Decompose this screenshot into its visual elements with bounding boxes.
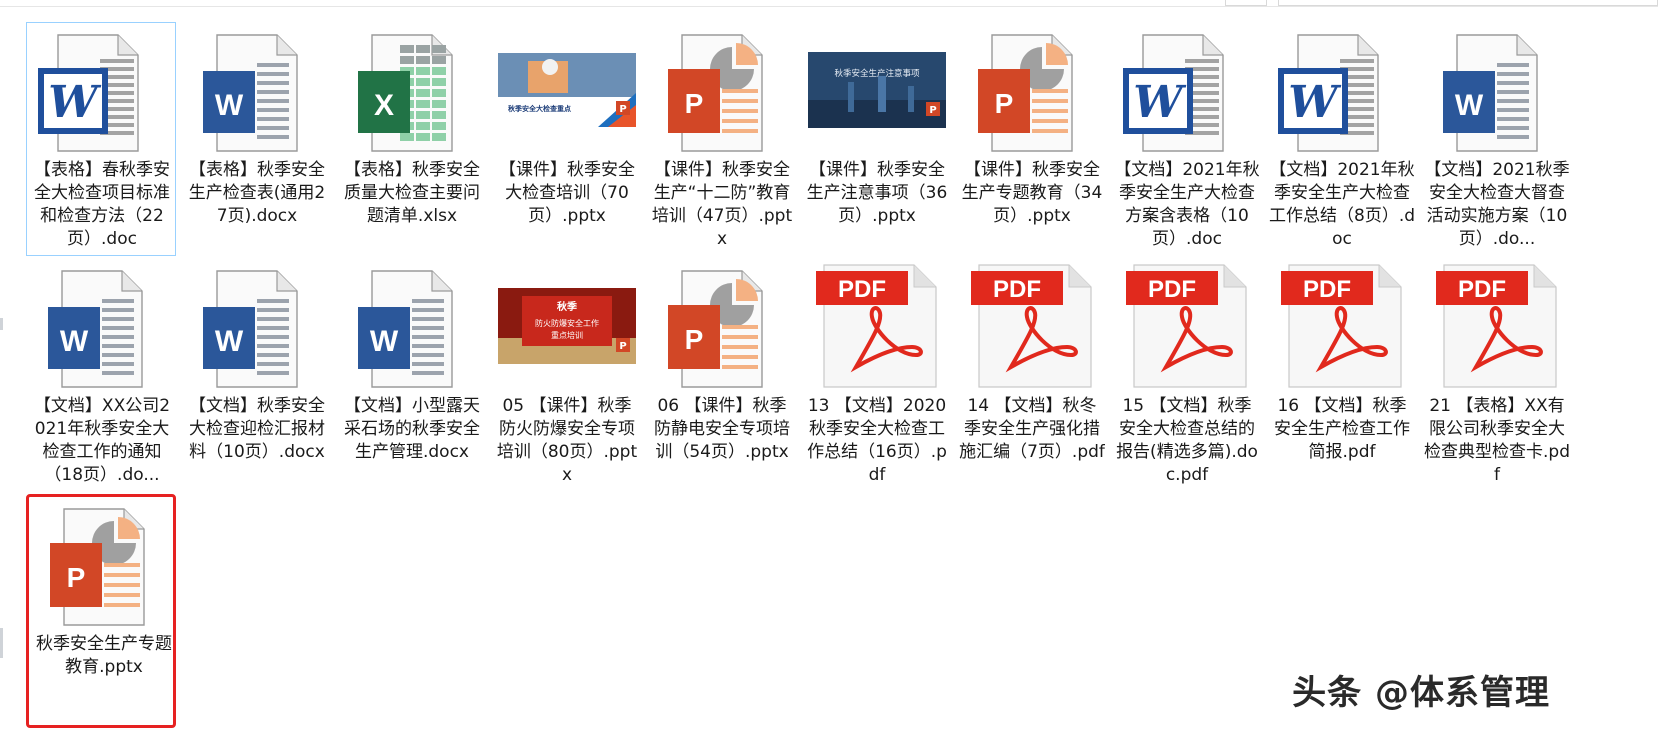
svg-text:秋季: 秋季 (557, 300, 578, 313)
word-doc-icon: W (27, 263, 177, 389)
word-classic-icon: W (1112, 27, 1262, 153)
svg-text:PDF: PDF (1303, 276, 1351, 303)
slide-thumbnail: 秋季防火防爆安全工作 重点培训 P (492, 263, 642, 389)
file-name-label: 06 【课件】秋季防静电安全专项培训（54页）.pptx (654, 396, 790, 462)
file-name-label: 16 【文档】秋季安全生产检查工作简报.pdf (1274, 396, 1410, 462)
file-item[interactable]: W 【文档】2021年秋季安全生产大检查方案含表格（10页）.doc (1111, 22, 1261, 256)
svg-text:重点培训: 重点培训 (551, 330, 583, 340)
svg-text:P: P (685, 324, 704, 355)
file-item[interactable]: W 【文档】小型露天采石场的秋季安全生产管理.docx (336, 258, 486, 492)
file-name-label: 【文档】秋季安全大检查迎检汇报材料（10页）.docx (189, 396, 325, 462)
file-name-label: 秋季安全生产专题教育.pptx (36, 634, 172, 677)
pdf-icon: PDF (1422, 263, 1572, 389)
file-item[interactable]: P 06 【课件】秋季防静电安全专项培训（54页）.pptx (646, 258, 796, 492)
file-item[interactable]: W 【文档】秋季安全大检查迎检汇报材料（10页）.docx (181, 258, 331, 492)
file-name-label: 【文档】2021年秋季安全生产大检查工作总结（8页）.doc (1269, 160, 1415, 249)
navigation-pane-edge (0, 318, 3, 330)
slide-thumbnail: 秋季安全大检查重点 P (492, 27, 642, 153)
svg-text:W: W (215, 89, 244, 122)
powerpoint-icon: P (957, 27, 1107, 153)
svg-text:P: P (995, 88, 1014, 119)
file-name-label: 【课件】秋季安全生产注意事项（36页）.pptx (806, 160, 948, 226)
file-item[interactable]: PDF 16 【文档】秋季安全生产检查工作简报.pdf (1266, 258, 1416, 492)
word-classic-icon: W (27, 27, 177, 153)
file-item[interactable]: 秋季防火防爆安全工作 重点培训 P 05 【课件】秋季防火防爆安全专项培训（80页）.… (491, 258, 641, 492)
svg-text:P: P (929, 105, 936, 116)
file-item[interactable]: P 【课件】秋季安全生产“十二防”教育培训（47页）.pptx (646, 22, 796, 256)
svg-text:PDF: PDF (1148, 276, 1196, 303)
file-name-label: 【文档】XX公司2021年秋季安全大检查工作的通知（18页）.do... (33, 396, 171, 485)
file-name-label: 21 【表格】XX有限公司秋季安全大检查典型检查卡.pdf (1424, 396, 1570, 485)
toolbar-button-edge[interactable] (1225, 0, 1267, 6)
svg-text:PDF: PDF (993, 276, 1041, 303)
file-item[interactable]: PDF 21 【表格】XX有限公司秋季安全大检查典型检查卡.pdf (1421, 258, 1571, 492)
svg-text:P: P (619, 341, 626, 352)
svg-text:W: W (60, 325, 89, 358)
watermark: 头条 @体系管理 (1292, 673, 1550, 713)
word-doc-icon: W (182, 27, 332, 153)
word-doc-icon: W (337, 263, 487, 389)
svg-text:PDF: PDF (1458, 276, 1506, 303)
svg-text:W: W (1455, 89, 1484, 122)
svg-text:P: P (67, 562, 86, 593)
file-name-label: 14 【文档】秋冬季安全生产强化措施汇编（7页）.pdf (959, 396, 1105, 462)
file-name-label: 【表格】秋季安全生产检查表(通用27页).docx (188, 160, 326, 226)
powerpoint-icon: P (647, 263, 797, 389)
file-item[interactable]: W 【文档】2021年秋季安全生产大检查工作总结（8页）.doc (1266, 22, 1416, 256)
address-bar-strip (0, 0, 1658, 7)
file-name-label: 【文档】2021年秋季安全生产大检查方案含表格（10页）.doc (1114, 160, 1260, 249)
file-name-label: 15 【文档】秋季安全大检查总结的报告(精选多篇).doc.pdf (1116, 396, 1258, 485)
svg-text:W: W (48, 77, 102, 128)
file-name-label: 【课件】秋季安全生产“十二防”教育培训（47页）.pptx (651, 160, 793, 249)
svg-text:W: W (1288, 77, 1342, 128)
file-item[interactable]: P 秋季安全生产专题教育.pptx (26, 494, 176, 728)
svg-text:X: X (374, 89, 394, 122)
file-item[interactable]: W 【表格】秋季安全生产检查表(通用27页).docx (181, 22, 331, 256)
file-item[interactable]: W 【文档】XX公司2021年秋季安全大检查工作的通知（18页）.do... (26, 258, 176, 492)
svg-text:秋季安全生产注意事项: 秋季安全生产注意事项 (834, 68, 920, 79)
file-grid: W 【表格】春秋季安全大检查项目标准和检查方法（22页）.doc W 【表格】秋季安全… (26, 22, 1656, 742)
svg-text:P: P (619, 104, 626, 115)
word-classic-icon: W (1267, 27, 1417, 153)
pdf-icon: PDF (802, 263, 952, 389)
pdf-icon: PDF (1267, 263, 1417, 389)
file-name-label: 【课件】秋季安全大检查培训（70页）.pptx (499, 160, 635, 226)
file-item[interactable]: X 【表格】秋季安全质量大检查主要问题清单.xlsx (336, 22, 486, 256)
search-box-edge[interactable] (1278, 0, 1658, 6)
powerpoint-icon: P (29, 501, 179, 627)
svg-text:防火防爆安全工作: 防火防爆安全工作 (535, 318, 599, 328)
file-name-label: 【课件】秋季安全生产专题教育（34页）.pptx (961, 160, 1103, 226)
file-item[interactable]: PDF 13 【文档】2020秋季安全大检查工作总结（16页）.pdf (801, 258, 951, 492)
file-name-label: 【文档】2021秋季安全大检查大督查活动实施方案（10页）.do... (1424, 160, 1570, 249)
powerpoint-icon: P (647, 27, 797, 153)
pdf-icon: PDF (957, 263, 1107, 389)
file-name-label: 【文档】小型露天采石场的秋季安全生产管理.docx (344, 396, 480, 462)
svg-text:P: P (685, 88, 704, 119)
file-name-label: 13 【文档】2020秋季安全大检查工作总结（16页）.pdf (807, 396, 947, 485)
file-item[interactable]: 秋季安全大检查重点 P 【课件】秋季安全大检查培训（70页）.pptx (491, 22, 641, 256)
excel-sheet-icon: X (337, 27, 487, 153)
word-doc-icon: W (1422, 27, 1572, 153)
file-name-label: 05 【课件】秋季防火防爆安全专项培训（80页）.pptx (496, 396, 638, 485)
svg-text:W: W (370, 325, 399, 358)
file-item[interactable]: P 【课件】秋季安全生产专题教育（34页）.pptx (956, 22, 1106, 256)
file-name-label: 【表格】秋季安全质量大检查主要问题清单.xlsx (344, 160, 480, 226)
pdf-icon: PDF (1112, 263, 1262, 389)
word-doc-icon: W (182, 263, 332, 389)
file-item[interactable]: PDF 15 【文档】秋季安全大检查总结的报告(精选多篇).doc.pdf (1111, 258, 1261, 492)
svg-text:秋季安全大检查重点: 秋季安全大检查重点 (508, 104, 571, 113)
file-name-label: 【表格】春秋季安全大检查项目标准和检查方法（22页）.doc (34, 160, 170, 249)
svg-text:W: W (215, 325, 244, 358)
file-item[interactable]: 秋季安全生产注意事项 P 【课件】秋季安全生产注意事项（36页）.pptx (801, 22, 951, 256)
file-item[interactable]: W 【表格】春秋季安全大检查项目标准和检查方法（22页）.doc (26, 22, 176, 256)
navigation-pane-edge (0, 628, 3, 658)
file-item[interactable]: PDF 14 【文档】秋冬季安全生产强化措施汇编（7页）.pdf (956, 258, 1106, 492)
file-item[interactable]: W 【文档】2021秋季安全大检查大督查活动实施方案（10页）.do... (1421, 22, 1571, 256)
svg-text:W: W (1133, 77, 1187, 128)
svg-text:PDF: PDF (838, 276, 886, 303)
slide-thumbnail: 秋季安全生产注意事项 P (802, 27, 952, 153)
